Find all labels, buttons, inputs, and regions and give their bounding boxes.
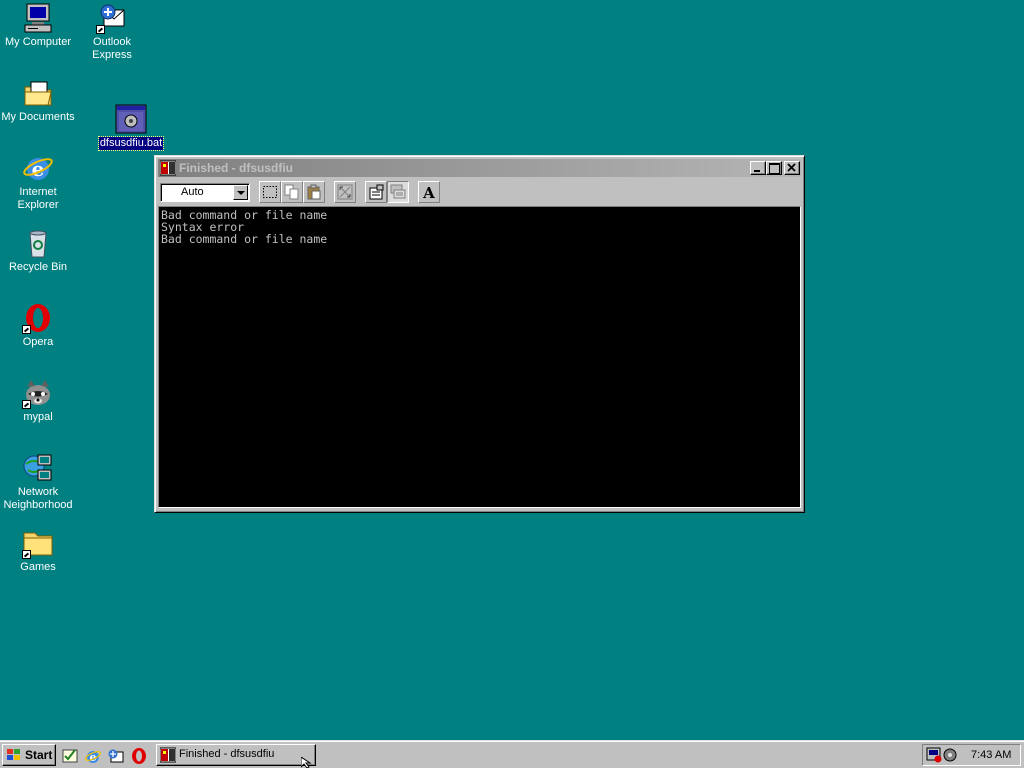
console-line: Bad command or file name: [161, 232, 328, 246]
recycle-bin-icon: [22, 227, 54, 259]
background-button[interactable]: [387, 181, 409, 203]
desktop-icon-label: Opera: [22, 336, 54, 348]
chevron-down-icon[interactable]: [233, 185, 248, 200]
console-line: Bad command or file name: [161, 208, 328, 222]
desktop-icon-dfsusdfiu-bat[interactable]: dfsusdfiu.bat: [93, 103, 169, 151]
shortcut-arrow-icon: [22, 400, 31, 409]
mouse-cursor-icon: [301, 757, 312, 768]
properties-button[interactable]: [365, 181, 387, 203]
shortcut-arrow-icon: [96, 25, 105, 34]
desktop-icon-mypal[interactable]: mypal: [0, 377, 76, 424]
window-titlebar[interactable]: Finished - dfsusdfiu: [158, 159, 801, 177]
batch-file-icon: [115, 103, 147, 135]
msdos-prompt-icon: [159, 747, 177, 763]
start-label: Start: [25, 748, 53, 762]
desktop-icon-games[interactable]: Games: [0, 527, 76, 574]
desktop-icon-label: dfsusdfiu.bat: [97, 136, 165, 151]
msdos-prompt-icon: [159, 160, 177, 176]
minimize-icon: [754, 170, 760, 172]
paste-icon: [307, 184, 321, 200]
start-button[interactable]: Start: [2, 744, 56, 766]
folder-icon: [22, 527, 54, 559]
maximize-button[interactable]: [766, 161, 782, 175]
shortcut-arrow-icon: [22, 550, 31, 559]
font-icon: A: [422, 184, 435, 200]
svg-text:A: A: [422, 184, 435, 200]
tray-icons[interactable]: [926, 747, 960, 763]
font-button[interactable]: A: [418, 181, 440, 203]
maximize-icon: [769, 163, 780, 174]
window-title: Finished - dfsusdfiu: [179, 161, 293, 175]
windows-logo-icon: [6, 748, 22, 762]
system-tray: 7:43 AM: [922, 744, 1021, 766]
opera-icon: [22, 302, 54, 334]
mark-icon: [263, 186, 277, 198]
my-computer-icon: [22, 2, 54, 34]
network-neighborhood-icon: [22, 452, 54, 484]
show-desktop-icon[interactable]: [62, 747, 80, 765]
desktop-icon-label: My Computer: [4, 36, 72, 48]
copy-button[interactable]: [281, 181, 303, 203]
desktop-icon-label: Network Neighborhood: [3, 486, 73, 511]
copy-icon: [284, 184, 299, 200]
font-size-select[interactable]: Auto: [160, 183, 250, 202]
desktop[interactable]: My Computer Outlook Express My Documents: [0, 0, 1024, 740]
minimize-button[interactable]: [750, 161, 766, 175]
close-button[interactable]: [784, 161, 800, 175]
quick-launch-outlook-express-icon[interactable]: [107, 747, 125, 765]
internet-explorer-icon: e: [22, 152, 54, 184]
shortcut-arrow-icon: [22, 325, 31, 334]
quick-launch-internet-explorer-icon[interactable]: e: [84, 747, 102, 765]
desktop-icon-my-documents[interactable]: My Documents: [0, 77, 76, 124]
outlook-express-icon: [96, 2, 128, 34]
desktop-icon-outlook-express[interactable]: Outlook Express: [74, 2, 150, 62]
desktop-icon-recycle-bin[interactable]: Recycle Bin: [0, 227, 76, 274]
desktop-icon-label: Internet Explorer: [17, 186, 59, 211]
font-size-value: Auto: [181, 186, 204, 198]
properties-icon: [369, 184, 384, 200]
console-output[interactable]: Bad command or file name Syntax error Ba…: [158, 206, 801, 508]
clock[interactable]: 7:43 AM: [971, 749, 1011, 761]
taskbar-button-msdos[interactable]: Finished - dfsusdfiu: [156, 744, 316, 766]
desktop-icon-label: Games: [20, 561, 56, 573]
background-icon: [390, 184, 406, 199]
desktop-icon-label: My Documents: [1, 111, 75, 123]
desktop-icon-opera[interactable]: Opera: [0, 302, 76, 349]
msdos-window[interactable]: Finished - dfsusdfiu Auto A Bad command …: [154, 155, 805, 513]
close-icon: [787, 163, 796, 172]
desktop-icon-my-computer[interactable]: My Computer: [0, 2, 76, 49]
desktop-icon-network-neighborhood[interactable]: Network Neighborhood: [0, 452, 76, 512]
mark-button[interactable]: [259, 181, 281, 203]
paste-button[interactable]: [303, 181, 325, 203]
full-screen-button[interactable]: [334, 181, 356, 203]
window-toolbar: Auto A: [158, 179, 801, 205]
taskbar-button-label: Finished - dfsusdfiu: [179, 748, 275, 760]
my-documents-icon: [22, 77, 54, 109]
quick-launch-opera-icon[interactable]: [130, 747, 148, 765]
taskbar: Start e Finished - dfsusdfiu 7:43 AM: [0, 740, 1024, 768]
desktop-icon-label: mypal: [23, 411, 53, 423]
desktop-icon-label: Recycle Bin: [8, 261, 68, 273]
desktop-icon-label: Outlook Express: [92, 36, 132, 61]
mypal-icon: [22, 377, 54, 409]
full-screen-icon: [337, 184, 353, 200]
desktop-icon-internet-explorer[interactable]: e Internet Explorer: [0, 152, 76, 212]
